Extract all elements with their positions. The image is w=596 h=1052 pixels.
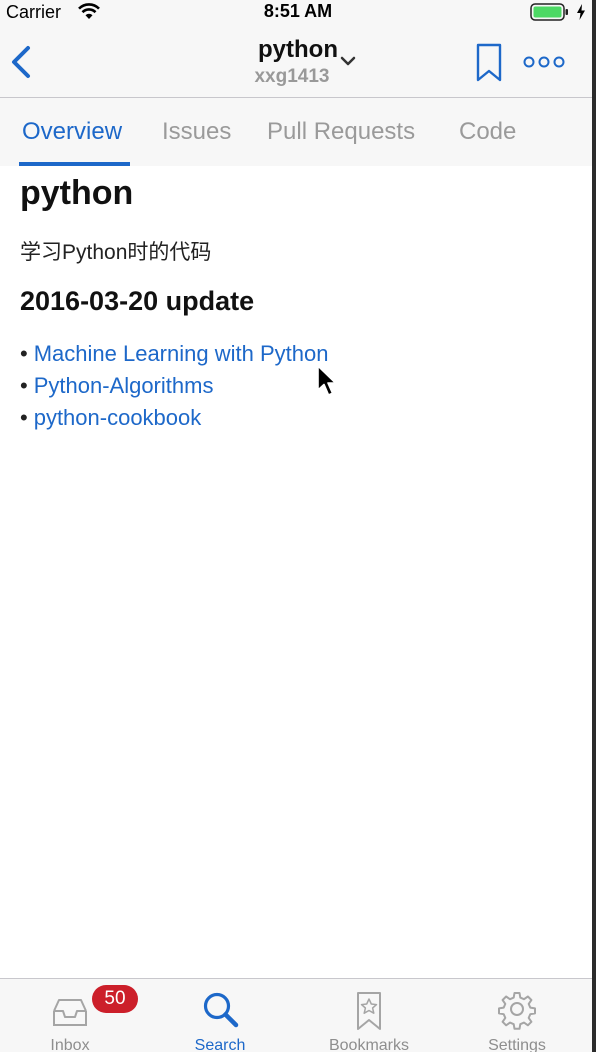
tab-overview[interactable]: Overview: [22, 118, 122, 146]
list-item: • Python-Algorithms: [20, 372, 328, 404]
tab-inbox-label: Inbox: [50, 1037, 90, 1052]
tab-bookmarks[interactable]: Bookmarks: [309, 979, 429, 1052]
readme-description: 学习Python时的代码: [20, 241, 212, 264]
bullet: •: [20, 405, 28, 430]
readme-section-heading: 2016-03-20 update: [20, 286, 255, 316]
link-python-algorithms[interactable]: Python-Algorithms: [34, 373, 214, 398]
gear-icon: [498, 992, 536, 1030]
battery-icon: [530, 3, 568, 21]
tab-issues[interactable]: Issues: [162, 118, 231, 146]
bottom-tab-bar: 50 Inbox Search Bookmarks Settings: [0, 978, 596, 1052]
active-tab-indicator: [19, 162, 130, 166]
tab-pull-requests[interactable]: Pull Requests: [267, 118, 415, 146]
inbox-badge: 50: [92, 985, 138, 1013]
clock: 8:51 AM: [263, 1, 333, 21]
more-options-button[interactable]: [520, 50, 568, 74]
tab-settings[interactable]: Settings: [457, 979, 577, 1052]
tab-bookmarks-label: Bookmarks: [328, 1037, 410, 1052]
bookmarks-icon: [357, 992, 381, 1030]
status-bar: Carrier 8:51 AM: [0, 0, 596, 24]
tab-inbox[interactable]: 50 Inbox: [10, 979, 138, 1052]
window-edge: [592, 0, 596, 1052]
tab-search-label: Search: [194, 1037, 246, 1052]
tab-settings-label: Settings: [488, 1037, 546, 1052]
repository-tabs: Overview Issues Pull Requests Code: [0, 98, 596, 166]
list-item: • python-cookbook: [20, 404, 328, 436]
readme-link-list: • Machine Learning with Python • Python-Al…: [20, 340, 328, 436]
bullet: •: [20, 373, 28, 398]
list-item: • Machine Learning with Python: [20, 340, 328, 372]
readme-heading: python: [20, 174, 134, 212]
repository-overview-screen: Carrier 8:51 AM python xxg1413 Overview …: [0, 0, 596, 1052]
tab-code[interactable]: Code: [459, 118, 516, 146]
charging-icon: [577, 4, 585, 20]
link-python-cookbook[interactable]: python-cookbook: [34, 405, 202, 430]
mouse-pointer-icon: [317, 365, 337, 396]
link-machine-learning-with-python[interactable]: Machine Learning with Python: [34, 341, 329, 366]
tab-search[interactable]: Search: [160, 979, 280, 1052]
bullet: •: [20, 341, 28, 366]
inbox-icon: [53, 999, 87, 1026]
search-icon: [203, 992, 239, 1028]
bookmark-button[interactable]: [470, 40, 508, 84]
navigation-bar: python xxg1413: [0, 24, 596, 98]
